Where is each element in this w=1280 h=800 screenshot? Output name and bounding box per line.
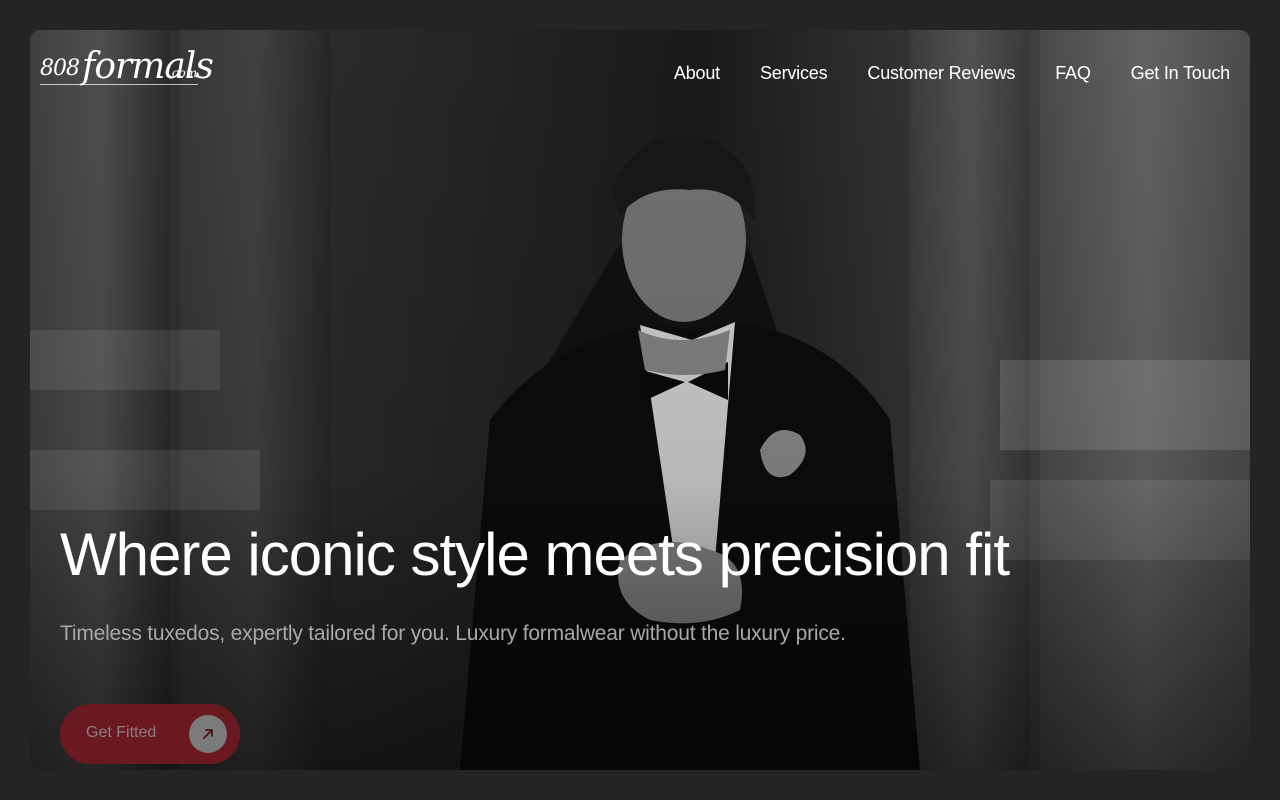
arrow-up-right-icon xyxy=(189,715,227,753)
nav-link-services[interactable]: Services xyxy=(760,63,828,84)
nav-link-faq[interactable]: FAQ xyxy=(1055,63,1091,84)
hero-headline: Where iconic style meets precision fit xyxy=(60,521,1010,588)
logo-underline xyxy=(40,84,198,85)
hero-section: 808 formals .com About Services Customer… xyxy=(30,30,1250,770)
nav-link-about[interactable]: About xyxy=(674,63,720,84)
nav-link-customer-reviews[interactable]: Customer Reviews xyxy=(867,63,1015,84)
nav-link-get-in-touch[interactable]: Get In Touch xyxy=(1131,63,1231,84)
logo-number: 808 xyxy=(40,56,80,81)
dark-overlay xyxy=(30,30,1250,770)
hero-subheadline: Timeless tuxedos, expertly tailored for … xyxy=(60,622,846,645)
main-navigation: About Services Customer Reviews FAQ Get … xyxy=(674,63,1230,84)
logo-domain: .com xyxy=(168,66,198,80)
get-fitted-button[interactable]: Get Fitted xyxy=(60,704,240,764)
get-fitted-label: Get Fitted xyxy=(86,724,157,741)
brand-logo[interactable]: 808 formals .com xyxy=(40,44,214,100)
